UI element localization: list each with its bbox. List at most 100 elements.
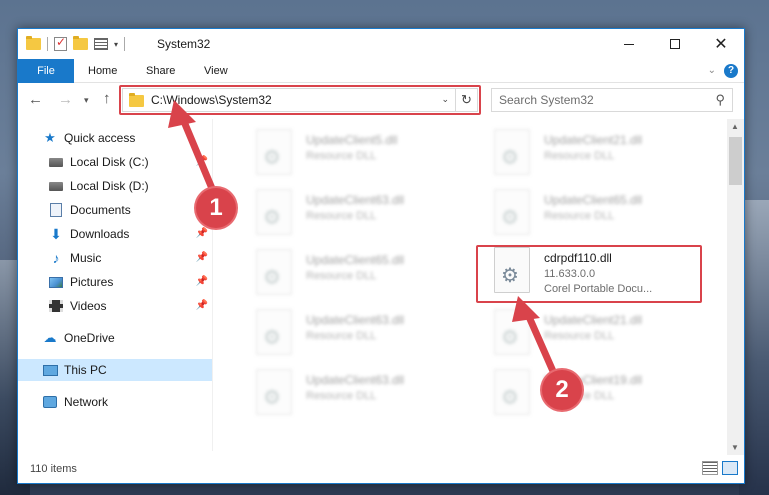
sidebar-item-network[interactable]: Network (18, 391, 212, 413)
scroll-up-arrow-icon[interactable]: ▲ (731, 122, 739, 131)
file-name: UpdateClient65.dll (306, 253, 405, 267)
file-name: UpdateClient63.dll (306, 193, 405, 207)
disk-icon (48, 179, 64, 193)
file-description: Resource DLL (306, 330, 377, 342)
star-icon: ★ (44, 130, 56, 145)
pane-divider[interactable] (212, 119, 213, 451)
customize-toolbar-chevron-icon[interactable]: ▾ (114, 40, 118, 49)
file-item[interactable]: UpdateClient21.dll Resource DLL (472, 305, 704, 361)
dll-file-icon (256, 129, 292, 175)
search-box[interactable]: ⚲ (491, 88, 733, 112)
sidebar-item-local-disk-c[interactable]: Local Disk (C:) 📌 (18, 151, 212, 173)
large-icons-view-button[interactable] (722, 461, 738, 475)
sidebar-item-label: Local Disk (C:) (70, 155, 149, 169)
file-description: Resource DLL (544, 150, 615, 162)
dll-file-icon (494, 309, 530, 355)
file-description: Resource DLL (306, 210, 377, 222)
sidebar-item-downloads[interactable]: ⬇ Downloads 📌 (18, 223, 212, 245)
search-input[interactable] (492, 89, 692, 111)
sidebar-item-onedrive[interactable]: ☁ OneDrive (18, 327, 212, 349)
pin-icon[interactable]: 📌 (196, 252, 208, 263)
videos-icon (48, 299, 64, 313)
sidebar-item-documents[interactable]: Documents (18, 199, 212, 221)
toolbar-divider (124, 37, 126, 51)
dll-file-icon (494, 189, 530, 235)
sidebar-item-quick-access[interactable]: ★ Quick access (18, 127, 212, 149)
disk-icon (48, 155, 64, 169)
view-icon[interactable] (94, 38, 108, 50)
close-button[interactable]: ✕ (698, 29, 744, 59)
step-badge-2: 2 (542, 370, 582, 410)
step-badge-1: 1 (196, 188, 236, 228)
address-highlight-box (119, 85, 481, 115)
pin-icon[interactable]: 📌 (196, 156, 208, 167)
file-item[interactable]: UpdateClient19.dll Resource DLL (472, 365, 704, 421)
tab-share[interactable]: Share (132, 59, 189, 83)
file-highlight-box (476, 245, 702, 303)
scrollbar-thumb[interactable] (729, 137, 742, 185)
download-icon: ⬇ (50, 225, 62, 242)
sidebar-item-pictures[interactable]: Pictures 📌 (18, 271, 212, 293)
file-item[interactable]: UpdateClient5.dll Resource DLL (234, 125, 466, 181)
dll-file-icon (256, 309, 292, 355)
sidebar-item-label: Network (64, 395, 109, 409)
file-item[interactable]: UpdateClient63.dll Resource DLL (234, 365, 466, 421)
tab-file[interactable]: File (18, 59, 74, 83)
file-name: UpdateClient5.dll (306, 133, 398, 147)
back-arrow-icon[interactable]: ← (28, 91, 43, 108)
recent-locations-chevron-icon[interactable]: ▾ (84, 95, 89, 106)
sidebar-item-label: Pictures (70, 275, 114, 289)
maximize-button[interactable] (652, 29, 698, 59)
scroll-down-arrow-icon[interactable]: ▼ (731, 443, 739, 452)
music-icon: ♪ (52, 250, 60, 266)
folder-icon (26, 36, 41, 50)
toolbar-divider (47, 37, 48, 51)
file-name: UpdateClient63.dll (306, 313, 405, 327)
navigation-bar: ← → ▾ ↑ C:\Windows\System32 ⌄ ↻ ⚲ (18, 85, 744, 117)
computer-icon (42, 363, 58, 377)
title-bar: ▾ System32 ✕ (18, 29, 744, 59)
sidebar-item-this-pc[interactable]: This PC (18, 359, 212, 381)
maximize-icon (670, 39, 680, 49)
up-arrow-icon[interactable]: ↑ (103, 90, 111, 107)
dll-file-icon (256, 369, 292, 415)
file-item[interactable]: UpdateClient21.dll Resource DLL (472, 125, 704, 181)
sidebar-item-label: Downloads (70, 227, 130, 241)
file-item[interactable]: UpdateClient65.dll Resource DLL (472, 185, 704, 241)
sidebar-item-local-disk-d[interactable]: Local Disk (D:) (18, 175, 212, 197)
file-name: UpdateClient21.dll (544, 313, 643, 327)
details-view-button[interactable] (702, 461, 718, 475)
properties-icon[interactable] (54, 35, 67, 51)
file-name: UpdateClient65.dll (544, 193, 643, 207)
file-description: Resource DLL (544, 330, 615, 342)
search-icon[interactable]: ⚲ (715, 92, 725, 108)
file-item[interactable]: UpdateClient63.dll Resource DLL (234, 305, 466, 361)
file-description: Resource DLL (544, 210, 615, 222)
cloud-icon: ☁ (43, 330, 57, 345)
navigation-pane: ★ Quick access Local Disk (C:) 📌 Local D… (18, 119, 212, 451)
new-folder-icon[interactable] (73, 36, 88, 50)
file-name: UpdateClient21.dll (544, 133, 643, 147)
tab-home[interactable]: Home (74, 59, 131, 83)
ribbon: File Home Share View ⌄ ? (18, 59, 744, 83)
sidebar-item-label: Videos (70, 299, 107, 313)
file-name: UpdateClient63.dll (306, 373, 405, 387)
pin-icon[interactable]: 📌 (196, 276, 208, 287)
help-icon[interactable]: ? (724, 64, 738, 78)
file-description: Resource DLL (306, 150, 377, 162)
pin-icon[interactable]: 📌 (196, 300, 208, 311)
forward-arrow-icon[interactable]: → (58, 91, 73, 108)
close-icon: ✕ (714, 36, 728, 53)
minimize-button[interactable] (606, 29, 652, 59)
sidebar-item-videos[interactable]: Videos 📌 (18, 295, 212, 317)
sidebar-item-music[interactable]: ♪ Music 📌 (18, 247, 212, 269)
tab-view[interactable]: View (190, 59, 242, 83)
pin-icon[interactable]: 📌 (196, 228, 208, 239)
dll-file-icon (256, 249, 292, 295)
expand-ribbon-chevron-icon[interactable]: ⌄ (708, 65, 716, 76)
explorer-window: ▾ System32 ✕ File Home Share View ⌄ ? ← … (17, 28, 745, 484)
file-item[interactable]: UpdateClient63.dll Resource DLL (234, 185, 466, 241)
vertical-scrollbar[interactable]: ▲ ▼ (727, 119, 744, 455)
sidebar-item-label: Quick access (64, 131, 136, 145)
file-item[interactable]: UpdateClient65.dll Resource DLL (234, 245, 466, 301)
